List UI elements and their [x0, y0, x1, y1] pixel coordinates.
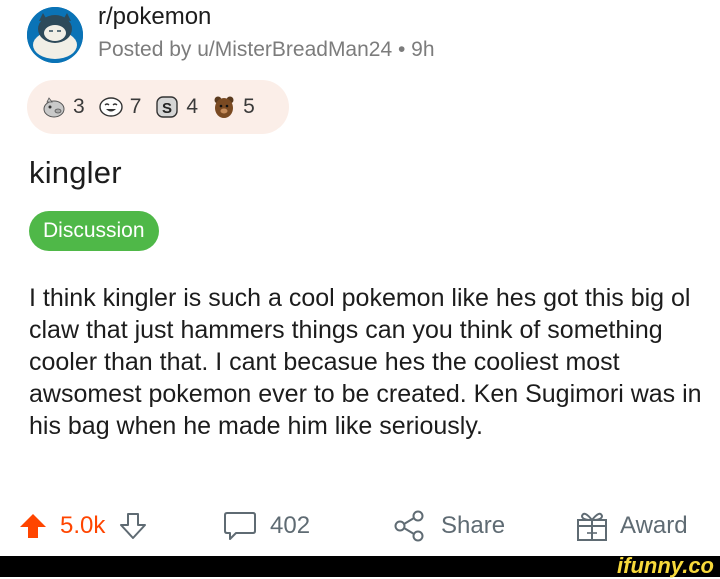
bear-icon [214, 96, 234, 118]
award-count: 5 [243, 95, 255, 118]
award-item: 7 [98, 94, 142, 120]
snorlax-icon [27, 7, 83, 63]
laughing-face-icon [98, 97, 123, 117]
award-count: 4 [186, 95, 199, 118]
award-item: S 4 [154, 94, 198, 120]
comment-bubble-icon [224, 512, 256, 540]
award-label: Award [620, 512, 688, 539]
award-button[interactable]: Award [574, 500, 688, 552]
action-bar: 5.0k 402 Share Award [0, 500, 720, 552]
post-flair[interactable]: Discussion [29, 211, 159, 251]
post-meta[interactable]: Posted by u/MisterBreadMan24 • 9h [98, 38, 435, 62]
award-item: 5 [211, 94, 255, 120]
comment-count: 402 [270, 512, 311, 539]
subreddit-name[interactable]: r/pokemon [98, 3, 211, 31]
upvote-arrow-icon[interactable] [18, 511, 48, 541]
svg-text:S: S [162, 100, 172, 117]
share-icon [394, 510, 424, 542]
subreddit-avatar[interactable] [27, 7, 83, 63]
silver-pig-icon [43, 97, 65, 118]
comments-button[interactable]: 402 [222, 500, 310, 552]
award-count: 7 [129, 95, 142, 118]
post-body: I think kingler is such a cool pokemon l… [29, 284, 702, 440]
awards-bar[interactable]: 3 7 S 4 5 [27, 80, 289, 134]
share-button[interactable]: Share [392, 500, 505, 552]
vote-group: 5.0k [18, 500, 147, 552]
watermark-logo: ifunny.co [617, 553, 714, 578]
award-count: 3 [73, 95, 85, 118]
post-title[interactable]: kingler [29, 155, 122, 191]
vote-count: 5.0k [60, 512, 106, 539]
coin-s-icon: S [156, 96, 179, 118]
watermark-bar [0, 556, 720, 577]
downvote-arrow-icon[interactable] [119, 511, 147, 541]
share-label: Share [441, 512, 506, 539]
gift-icon [577, 512, 607, 541]
award-item: 3 [41, 94, 85, 120]
